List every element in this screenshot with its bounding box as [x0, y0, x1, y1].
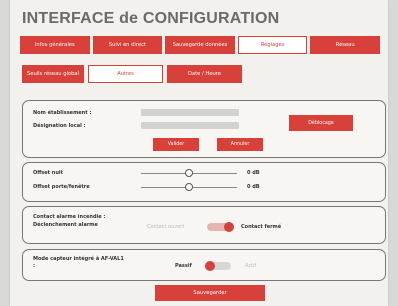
subtab-seuils-reseau[interactable]: Seuils réseau global [22, 65, 84, 83]
sensor-mode-section: Mode capteur intégré à AF-VAL1 : Passif … [22, 249, 386, 281]
establishment-section: Nom établissement : Désignation local : … [22, 100, 386, 158]
tab-reseau[interactable]: Réseau [310, 36, 380, 54]
active-option[interactable]: Actif [245, 263, 256, 269]
sub-tabs: Seuils réseau global Autres Date / Heure [22, 65, 242, 83]
local-designation-input[interactable] [141, 122, 239, 129]
local-designation-label: Désignation local : [33, 123, 86, 129]
contact-closed-option[interactable]: Contact fermé [241, 224, 281, 230]
door-offset-slider[interactable] [185, 183, 193, 191]
fire-alarm-label: Contact alarme incendie : [33, 214, 106, 220]
fire-alarm-trigger-label: Déclenchement alarme [33, 222, 98, 228]
tab-infos-generales[interactable]: Infos générales [20, 36, 90, 54]
tab-suivi-direct[interactable]: Suivi en direct [92, 36, 163, 54]
door-offset-label: Offset porte/fenêtre [33, 184, 90, 190]
night-offset-slider[interactable] [185, 169, 193, 177]
passive-option[interactable]: Passif [175, 263, 192, 269]
night-offset-label: Offset nuit [33, 170, 64, 176]
tab-sauvegarde-donnees[interactable]: Sauvegarde données [165, 36, 235, 54]
sensor-mode-label-colon: : [33, 263, 35, 269]
validate-button[interactable]: Valider [153, 138, 199, 151]
save-button[interactable]: Sauvegarder [155, 285, 265, 301]
cancel-button[interactable]: Annuler [217, 138, 263, 151]
fire-alarm-toggle-knob[interactable] [224, 222, 234, 232]
door-offset-value: 0 dB [247, 184, 260, 190]
tab-reglages[interactable]: Réglages [237, 36, 308, 54]
sensor-mode-label: Mode capteur intégré à AF-VAL1 [33, 256, 124, 262]
main-tabs: Infos générales Suivi en direct Sauvegar… [20, 36, 380, 54]
subtab-autres[interactable]: Autres [88, 65, 163, 83]
page-title: INTERFACE de CONFIGURATION [22, 10, 280, 27]
night-offset-value: 0 dB [247, 170, 260, 176]
subtab-date-heure[interactable]: Date / Heure [167, 65, 242, 83]
offsets-section: Offset nuit 0 dB Offset porte/fenêtre 0 … [22, 162, 386, 202]
contact-open-option[interactable]: Contact ouvert [147, 224, 184, 230]
establishment-name-input[interactable] [141, 109, 239, 116]
fire-alarm-section: Contact alarme incendie : Déclenchement … [22, 206, 386, 244]
establishment-name-label: Nom établissement : [33, 110, 92, 116]
unlock-button[interactable]: Déblocage [289, 115, 353, 131]
sensor-mode-toggle-knob[interactable] [205, 261, 215, 271]
